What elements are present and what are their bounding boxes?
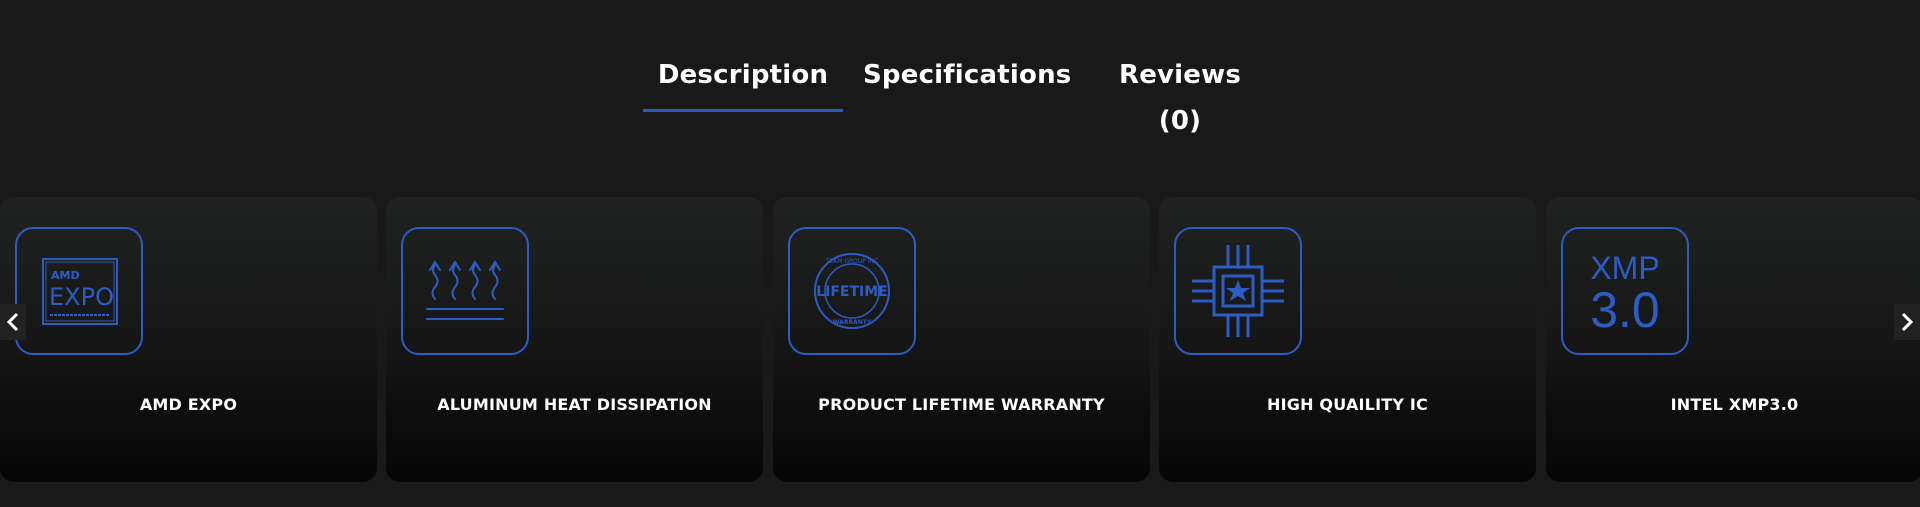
feature-label: AMD EXPO <box>139 395 238 414</box>
feature-label: PRODUCT LIFETIME WARRANTY <box>818 395 1105 414</box>
tab-reviews[interactable]: Reviews (0) <box>1100 52 1260 136</box>
product-tabs: Description Specifications Reviews (0) <box>0 52 1920 136</box>
feature-label: HIGH QUAILITY IC <box>1267 395 1428 414</box>
lifetime-warranty-icon: TEAM GROUP INC LIFETIME WARRANTY <box>788 227 916 355</box>
expo-text: EXPO <box>49 283 114 311</box>
carousel-next-button[interactable] <box>1894 304 1920 340</box>
lifetime-text: LIFETIME <box>816 284 888 300</box>
xmp-icon: XMP 3.0 <box>1561 227 1689 355</box>
feature-card-intel-xmp: XMP 3.0 INTEL XMP3.0 <box>1546 197 1920 482</box>
chip-icon-graphic <box>1192 245 1284 337</box>
chip-icon <box>1174 227 1302 355</box>
amd-expo-icon-graphic: AMD EXPO <box>42 258 118 325</box>
tab-description[interactable]: Description <box>643 52 843 116</box>
carousel-prev-button[interactable] <box>0 304 26 340</box>
xmp-version-text: 3.0 <box>1590 282 1660 338</box>
feature-card-amd-expo: AMD EXPO AMD EXPO <box>0 197 377 482</box>
feature-label: INTEL XMP3.0 <box>1670 395 1799 414</box>
chevron-left-icon <box>6 312 19 332</box>
xmp-icon-graphic: XMP 3.0 <box>1590 250 1660 338</box>
feature-label: ALUMINUM HEAT DISSIPATION <box>437 395 712 414</box>
xmp-text: XMP <box>1590 250 1659 286</box>
warranty-ring-bottom: WARRANTY <box>833 319 872 326</box>
heat-dissipation-icon-graphic <box>426 260 504 320</box>
feature-card-heat-dissipation: ALUMINUM HEAT DISSIPATION <box>386 197 763 482</box>
lifetime-warranty-icon-graphic: TEAM GROUP INC LIFETIME WARRANTY <box>814 253 890 329</box>
feature-card-high-quality-ic: HIGH QUAILITY IC <box>1159 197 1536 482</box>
tab-specifications[interactable]: Specifications <box>863 52 1071 116</box>
heat-dissipation-icon <box>401 227 529 355</box>
warranty-ring-top: TEAM GROUP INC <box>825 258 879 265</box>
product-detail-section: Description Specifications Reviews (0) A… <box>0 0 1920 507</box>
feature-card-lifetime-warranty: TEAM GROUP INC LIFETIME WARRANTY PRODUCT… <box>773 197 1150 482</box>
amd-text: AMD <box>51 269 80 282</box>
amd-expo-icon: AMD EXPO <box>15 227 143 355</box>
chevron-right-icon <box>1901 312 1914 332</box>
feature-carousel: AMD EXPO AMD EXPO ALUMINUM HEAT DISSIPAT… <box>0 197 1920 482</box>
